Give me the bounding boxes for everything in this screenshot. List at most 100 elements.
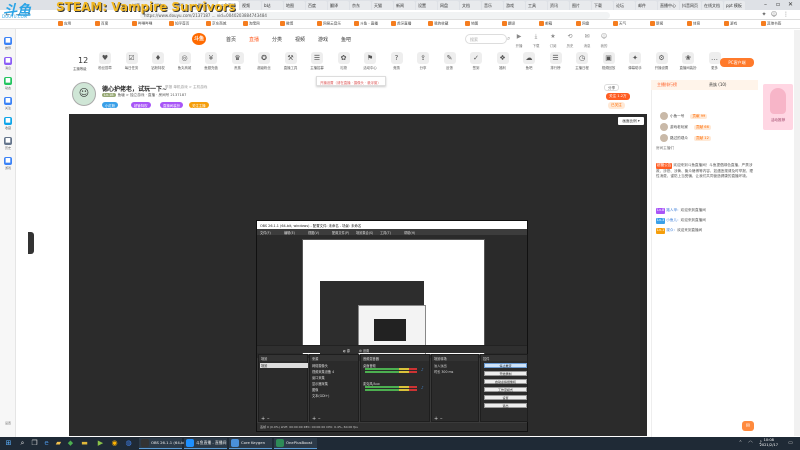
chrome-icon[interactable]: ◍ xyxy=(124,439,133,448)
taskbar-app-button[interactable]: OnePlusBoost xyxy=(274,438,317,449)
browser-tab[interactable]: 天猫 xyxy=(372,1,393,10)
browser-tab[interactable]: b站 xyxy=(262,1,283,10)
obs-remove-icon[interactable]: – xyxy=(267,416,270,422)
obs-remove-icon[interactable]: – xyxy=(440,416,443,422)
sidebar-settings-label[interactable]: 设置 xyxy=(1,421,15,425)
category-item[interactable]: ⚑ 活动中心 xyxy=(359,52,381,70)
chat-username[interactable]: 路人甲： xyxy=(666,208,680,212)
obs-sources-item[interactable]: 视频采集设备 4 xyxy=(312,369,334,374)
browser-tab[interactable]: 设置 xyxy=(416,1,437,10)
sidebar-collapse-handle[interactable] xyxy=(28,232,34,254)
obs-control-button[interactable]: 设置 xyxy=(484,395,527,400)
sidebar-item-icon[interactable]: ■ xyxy=(4,137,12,145)
obs-toolbar-item[interactable]: ◐ 源 xyxy=(343,348,350,353)
category-item[interactable]: ♥ 粉丝勋章 xyxy=(94,52,116,70)
obs-sources-item[interactable]: 图像 xyxy=(312,387,318,392)
browser-tab[interactable]: 音乐 xyxy=(482,1,503,10)
aspect-ratio-button[interactable]: 画面比例 ▾ xyxy=(618,117,644,125)
browser-tab[interactable]: 图片 xyxy=(570,1,591,10)
room-category[interactable]: 举报 单机游戏 > 主机游戏 xyxy=(165,85,207,90)
nav-item[interactable]: 鱼吧 xyxy=(341,36,351,43)
header-我的-icon[interactable]: ☺ xyxy=(599,33,609,43)
obs-control-button[interactable]: 开始录制 xyxy=(484,371,527,376)
sidebar-item-icon[interactable]: ■ xyxy=(4,77,12,85)
sidebar-item-icon[interactable]: ■ xyxy=(4,157,12,165)
bookmark-item[interactable]: 天气 xyxy=(613,21,626,28)
obs-transitions-item[interactable]: 淡入淡出 xyxy=(434,363,447,368)
window-maximize-icon[interactable]: ▫ xyxy=(776,1,780,8)
store-icon[interactable]: ◆ xyxy=(66,439,75,448)
obs-add-icon[interactable]: + xyxy=(312,416,316,422)
nav-item[interactable]: 视频 xyxy=(295,36,305,43)
chat-username[interactable]: 观众： xyxy=(666,228,677,232)
category-item[interactable]: ⚙ 开播设置 xyxy=(651,52,673,70)
category-item[interactable]: ✪ 超级粉丝 xyxy=(253,52,275,70)
bookmark-item[interactable]: 斗鱼 - 直播 xyxy=(354,21,378,28)
obs-sources-item[interactable]: 显示器采集 xyxy=(312,381,328,386)
category-item[interactable]: ♦ 钻粉特权 xyxy=(147,52,169,70)
bookmark-item[interactable]: 翻译 xyxy=(502,21,515,28)
bookmark-item[interactable]: 网易云音乐 xyxy=(317,21,341,28)
nav-item[interactable]: 直播 xyxy=(249,36,259,43)
browser-tab[interactable]: 下载 xyxy=(592,1,613,10)
obs-sources-item[interactable]: 窗口采集 xyxy=(312,375,325,380)
file-explorer-icon[interactable]: ▰ xyxy=(54,439,63,448)
sidebar-item-icon[interactable]: ■ xyxy=(4,117,12,125)
browser-icon[interactable]: ◉ xyxy=(110,439,119,448)
sidebar-item-icon[interactable]: ■ xyxy=(4,57,12,65)
room-tag[interactable]: 关注主播 xyxy=(189,102,209,108)
sidebar-item-icon[interactable]: ■ xyxy=(4,97,12,105)
category-item[interactable]: ♛ 贵族 xyxy=(227,52,249,70)
windows-start-icon[interactable]: ⊞ xyxy=(4,439,13,448)
pc-client-button[interactable]: PC客户端 xyxy=(720,58,754,67)
page-scrollbar[interactable] xyxy=(794,30,800,436)
browser-tab[interactable]: 资讯 xyxy=(548,1,569,10)
header-开播-icon[interactable]: ▶ xyxy=(514,33,524,43)
taskbar-search-icon[interactable]: ⌕ xyxy=(18,439,27,448)
category-item[interactable]: ☁ 鱼吧 xyxy=(518,52,540,70)
room-tag[interactable]: 直播间装扮 xyxy=(160,102,183,108)
bookmark-item[interactable]: 网盘 xyxy=(576,21,589,28)
taskbar-clock[interactable]: 10:08 2021/2/17 xyxy=(760,438,778,448)
obs-add-icon[interactable]: + xyxy=(261,416,265,422)
bookmark-item[interactable]: 我的收藏 xyxy=(428,21,448,28)
category-item[interactable]: ☰ 排行榜 xyxy=(545,52,567,70)
rank-row[interactable]: 游戏老玩家 贡献 66 xyxy=(660,123,711,131)
room-tag[interactable]: 超管特权 xyxy=(131,102,151,108)
header-下载-icon[interactable]: ⤓ xyxy=(531,33,541,43)
obs-remove-icon[interactable]: – xyxy=(318,416,321,422)
category-item[interactable]: ✓ 签到 xyxy=(465,52,487,70)
rank-row[interactable]: 路过的观众 贡献 12 xyxy=(660,134,711,142)
bookmark-item[interactable]: 新闻 xyxy=(650,21,663,28)
chat-username[interactable]: 小鱼儿： xyxy=(666,218,680,222)
chat-tab[interactable]: 主播排行榜 xyxy=(657,82,677,88)
browser-tab[interactable]: 直播中心 xyxy=(658,1,679,10)
nav-item[interactable]: 分类 xyxy=(272,36,282,43)
header-订阅-icon[interactable]: ★ xyxy=(548,33,558,43)
category-item[interactable]: ◎ 鱼丸商城 xyxy=(174,52,196,70)
header-消息-icon[interactable]: ✉ xyxy=(582,33,592,43)
browser-tab[interactable]: 邮件 xyxy=(636,1,657,10)
task-view-icon[interactable]: ❐ xyxy=(30,439,39,448)
sidebar-item-icon[interactable]: ■ xyxy=(4,37,12,45)
category-item[interactable]: ❀ 直播间装扮 xyxy=(677,52,699,70)
browser-tab[interactable]: 翻译 xyxy=(328,1,349,10)
category-item[interactable]: ⚒ 直播工具 xyxy=(280,52,302,70)
category-item[interactable]: ❖ 福利 xyxy=(492,52,514,70)
nav-item[interactable]: 游戏 xyxy=(318,36,328,43)
bookmark-item[interactable]: 其他书签 xyxy=(761,21,781,28)
window-minimize-icon[interactable]: – xyxy=(764,1,767,8)
room-action-button[interactable]: 分享 xyxy=(604,84,620,91)
folder-icon[interactable]: ▬ xyxy=(80,439,89,448)
category-item[interactable]: ? 竞猜 xyxy=(386,52,408,70)
category-item[interactable]: ✎ 反馈 xyxy=(439,52,461,70)
menu-icon[interactable]: ⋮ xyxy=(782,11,790,19)
header-历史-icon[interactable]: ⟲ xyxy=(565,33,575,43)
browser-tab[interactable]: 在线文档 xyxy=(702,1,723,10)
bookmark-item[interactable]: 应用 xyxy=(58,21,71,28)
obs-toolbar-item[interactable]: ⚙ 设置 xyxy=(359,348,369,353)
window-close-icon[interactable]: ✕ xyxy=(788,1,793,8)
taskbar-app-button[interactable]: Core Keygen xyxy=(229,438,272,449)
obs-control-button[interactable]: 工作室模式 xyxy=(484,387,527,392)
room-tag[interactable]: 小红粉 xyxy=(102,102,119,108)
